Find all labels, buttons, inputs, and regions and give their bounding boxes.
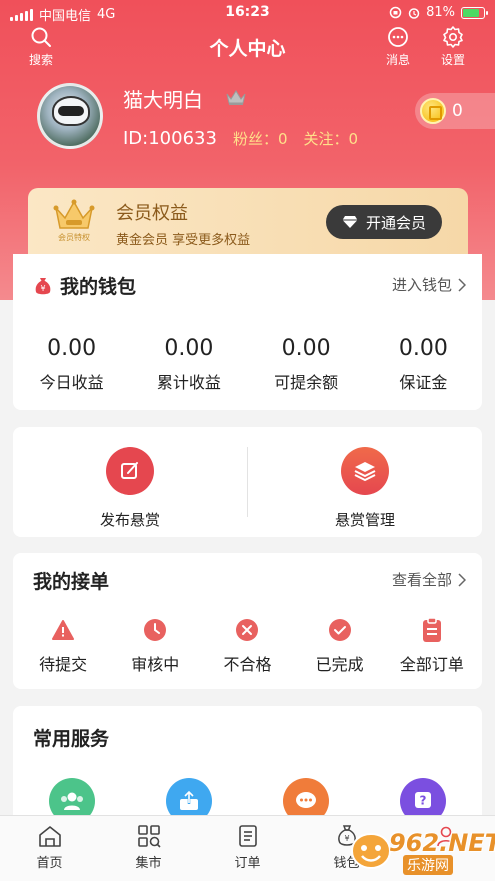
message-icon <box>388 27 408 47</box>
svg-text:?: ? <box>420 794 427 808</box>
stat-label: 累计收益 <box>156 373 221 392</box>
warning-icon <box>52 620 75 640</box>
tab-orders[interactable]: 订单 <box>198 816 297 881</box>
top-nav: 搜索 个人中心 消息 设置 <box>0 24 495 78</box>
services-card: 常用服务 ? <box>13 706 482 826</box>
watermark-site: 乐游网 <box>403 855 453 875</box>
coin-count: 0 <box>452 101 463 121</box>
wallet-stat-today[interactable]: 0.00 今日收益 <box>13 336 130 393</box>
order-reviewing[interactable]: 审核中 <box>115 615 195 675</box>
publish-bounty-button[interactable]: 发布悬赏 <box>13 427 247 537</box>
wallet-stats: 0.00 今日收益 0.00 累计收益 0.00 可提余额 0.00 保证金 <box>13 336 482 393</box>
vip-title: 会员权益 <box>116 203 188 224</box>
user-id: ID:100633 <box>123 128 217 149</box>
wallet-title: 我的钱包 <box>60 276 137 298</box>
my-orders-card: 我的接单 查看全部 待提交 审核中 不合格 已完成 全部订单 <box>13 553 482 689</box>
user-meta: ID:100633 粉丝：0 关注：0 <box>123 128 358 149</box>
open-vip-button[interactable]: 开通会员 <box>326 205 442 239</box>
battery-icon <box>461 6 488 19</box>
publish-bounty-label: 发布悬赏 <box>99 511 160 529</box>
wallet-stat-deposit[interactable]: 0.00 保证金 <box>365 336 482 393</box>
page-title: 个人中心 <box>209 38 286 60</box>
x-circle-icon <box>236 619 259 641</box>
svg-text:¥: ¥ <box>40 284 45 293</box>
view-all-orders-link[interactable]: 查看全部 <box>392 569 466 590</box>
clipboard-icon <box>422 617 441 642</box>
message-label: 消息 <box>385 53 410 67</box>
stat-value: 0.00 <box>47 336 97 361</box>
order-all[interactable]: 全部订单 <box>392 615 472 675</box>
settings-button[interactable]: 设置 <box>431 26 475 68</box>
diamond-icon <box>342 216 358 228</box>
chevron-right-icon <box>458 277 466 292</box>
home-icon <box>38 826 61 847</box>
manage-bounty-button[interactable]: 悬赏管理 <box>248 427 482 537</box>
open-vip-label: 开通会员 <box>365 213 426 232</box>
stat-value: 0.00 <box>398 336 448 361</box>
check-circle-icon <box>328 619 351 641</box>
stat-value: 0.00 <box>281 336 331 361</box>
wallet-stat-total[interactable]: 0.00 累计收益 <box>130 336 247 393</box>
grid-icon <box>137 825 161 848</box>
coin-icon <box>420 98 446 124</box>
battery-percent: 81% <box>426 5 455 20</box>
watermark-logo-icon <box>350 832 392 870</box>
layers-icon <box>341 447 389 495</box>
tab-market[interactable]: 集市 <box>99 816 198 881</box>
alarm-icon <box>408 7 420 19</box>
site-watermark: 962.NET 乐游网 <box>349 829 495 875</box>
order-status-label: 不合格 <box>223 655 272 674</box>
gear-icon <box>443 26 463 48</box>
status-bar: 中国电信 4G 16:23 81% <box>0 0 495 26</box>
tab-market-label: 集市 <box>135 856 162 871</box>
avatar-visor <box>58 106 84 116</box>
username: 猫大明白 <box>123 88 203 112</box>
order-status-label: 全部订单 <box>399 655 464 674</box>
stat-value: 0.00 <box>164 336 214 361</box>
manage-bounty-label: 悬赏管理 <box>334 511 395 529</box>
vip-badge-text: 会员特权 <box>58 233 90 242</box>
settings-label: 设置 <box>440 53 465 67</box>
stat-label: 今日收益 <box>39 373 104 392</box>
order-pending-submit[interactable]: 待提交 <box>23 615 103 675</box>
wallet-stat-withdrawable[interactable]: 0.00 可提余额 <box>248 336 365 393</box>
order-status-label: 已完成 <box>315 655 364 674</box>
vip-crown-icon <box>53 199 95 229</box>
profile-section: 猫大明白 ID:100633 粉丝：0 关注：0 0 <box>0 80 495 180</box>
edit-icon <box>106 447 154 495</box>
chevron-right-icon <box>458 572 466 587</box>
view-all-label: 查看全部 <box>391 571 452 589</box>
document-icon <box>238 825 257 847</box>
tab-orders-label: 订单 <box>234 856 261 871</box>
enter-wallet-link[interactable]: 进入钱包 <box>392 274 466 295</box>
order-status-label: 待提交 <box>39 655 88 674</box>
services-title: 常用服务 <box>33 728 110 750</box>
crown-icon <box>226 90 246 105</box>
vip-card: 会员特权 会员权益 黄金会员 享受更多权益 开通会员 <box>28 188 468 254</box>
tab-home-label: 首页 <box>36 856 63 871</box>
follow-count[interactable]: 关注：0 <box>304 128 359 149</box>
vip-badge: 会员特权 <box>50 198 98 244</box>
bounty-card: 发布悬赏 悬赏管理 <box>13 427 482 537</box>
orientation-lock-icon <box>389 6 402 19</box>
order-status-label: 审核中 <box>131 655 180 674</box>
fans-count[interactable]: 粉丝：0 <box>233 128 288 149</box>
tab-home[interactable]: 首页 <box>0 816 99 881</box>
money-bag-icon: ¥ <box>35 278 51 295</box>
coin-balance[interactable]: 0 <box>415 93 495 129</box>
watermark-brand: 962.NET <box>389 829 495 857</box>
message-button[interactable]: 消息 <box>376 26 420 68</box>
clock-icon <box>144 619 167 641</box>
vip-subtitle: 黄金会员 享受更多权益 <box>116 233 251 248</box>
order-rejected[interactable]: 不合格 <box>207 615 287 675</box>
avatar[interactable] <box>37 83 103 149</box>
order-completed[interactable]: 已完成 <box>300 615 380 675</box>
stat-label: 保证金 <box>399 373 448 392</box>
wallet-card: ¥ 我的钱包 进入钱包 0.00 今日收益 0.00 累计收益 0.00 可提余… <box>13 254 482 410</box>
status-right: 81% <box>389 5 488 20</box>
stat-label: 可提余额 <box>274 373 339 392</box>
enter-wallet-label: 进入钱包 <box>391 276 452 294</box>
orders-title: 我的接单 <box>33 571 110 593</box>
order-status-list: 待提交 审核中 不合格 已完成 全部订单 <box>13 615 482 675</box>
